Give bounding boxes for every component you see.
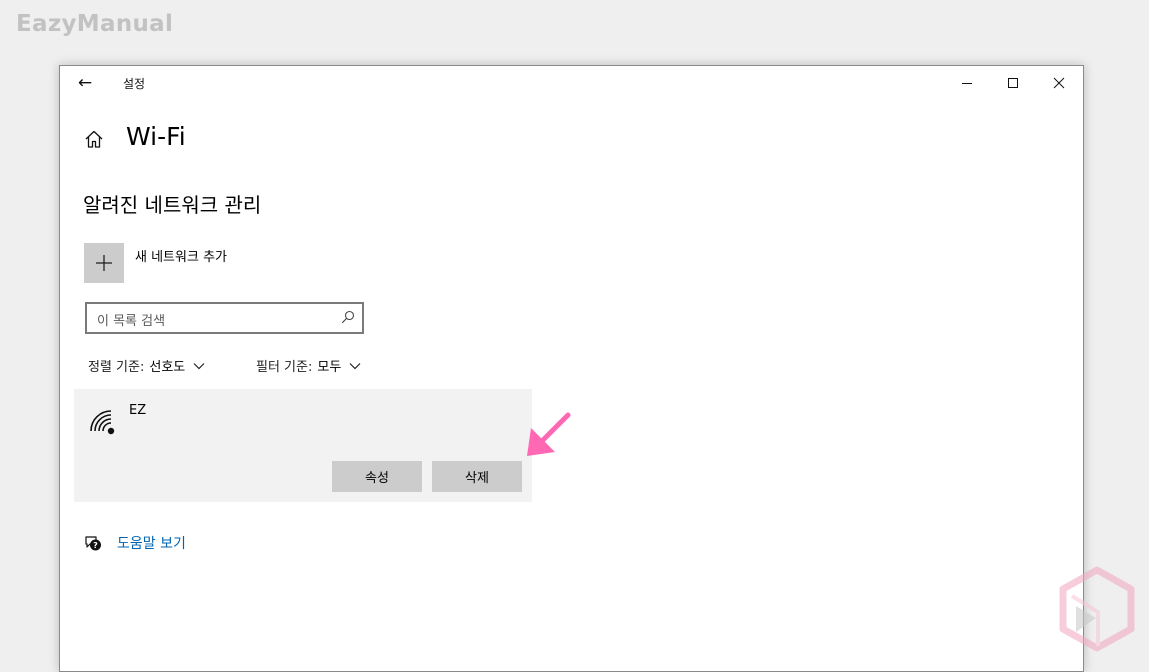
help-chat-icon[interactable]: ? <box>83 533 103 553</box>
minimize-button[interactable] <box>944 66 990 100</box>
add-network-button[interactable] <box>84 243 124 283</box>
page-title: Wi-Fi <box>126 122 186 151</box>
home-icon[interactable] <box>84 129 104 149</box>
search-input[interactable]: 이 목록 검색 <box>85 302 364 334</box>
section-title: 알려진 네트워크 관리 <box>83 193 262 217</box>
minimize-icon <box>962 83 972 84</box>
chevron-down-icon <box>349 362 361 369</box>
network-list-item[interactable]: EZ 속성 삭제 <box>74 389 532 502</box>
annotation-arrow <box>527 412 571 456</box>
svg-text:?: ? <box>93 541 98 550</box>
network-name: EZ <box>129 403 147 418</box>
close-button[interactable] <box>1036 66 1082 100</box>
maximize-icon <box>1008 78 1018 88</box>
filter-label: 필터 기준: <box>256 360 313 375</box>
forget-button[interactable]: 삭제 <box>432 461 522 492</box>
sort-dropdown[interactable]: 정렬 기준: 선호도 <box>88 356 205 375</box>
back-arrow-icon: ← <box>77 73 93 93</box>
watermark-text: EazyManual <box>16 11 174 37</box>
search-icon[interactable] <box>341 310 355 324</box>
sort-value: 선호도 <box>149 360 186 375</box>
get-help-link[interactable]: 도움말 보기 <box>117 533 186 553</box>
close-icon <box>1053 77 1065 89</box>
brand-logo <box>1059 566 1135 652</box>
search-placeholder: 이 목록 검색 <box>97 314 166 329</box>
properties-button[interactable]: 속성 <box>332 461 422 492</box>
window-title: 설정 <box>123 77 146 91</box>
settings-window: ← 설정 Wi-Fi 알려진 네트워크 관리 새 네트워크 추가 이 목록 검색… <box>59 65 1084 672</box>
back-button[interactable]: ← <box>74 72 96 94</box>
maximize-button[interactable] <box>990 66 1036 100</box>
filter-value: 모두 <box>317 360 342 375</box>
title-bar: ← 설정 <box>60 66 1083 100</box>
add-network-label[interactable]: 새 네트워크 추가 <box>135 246 227 265</box>
sort-label: 정렬 기준: <box>88 360 145 375</box>
plus-icon <box>96 255 112 271</box>
filter-dropdown[interactable]: 필터 기준: 모두 <box>256 356 361 375</box>
chevron-down-icon <box>193 362 205 369</box>
wifi-secured-icon <box>90 410 115 435</box>
